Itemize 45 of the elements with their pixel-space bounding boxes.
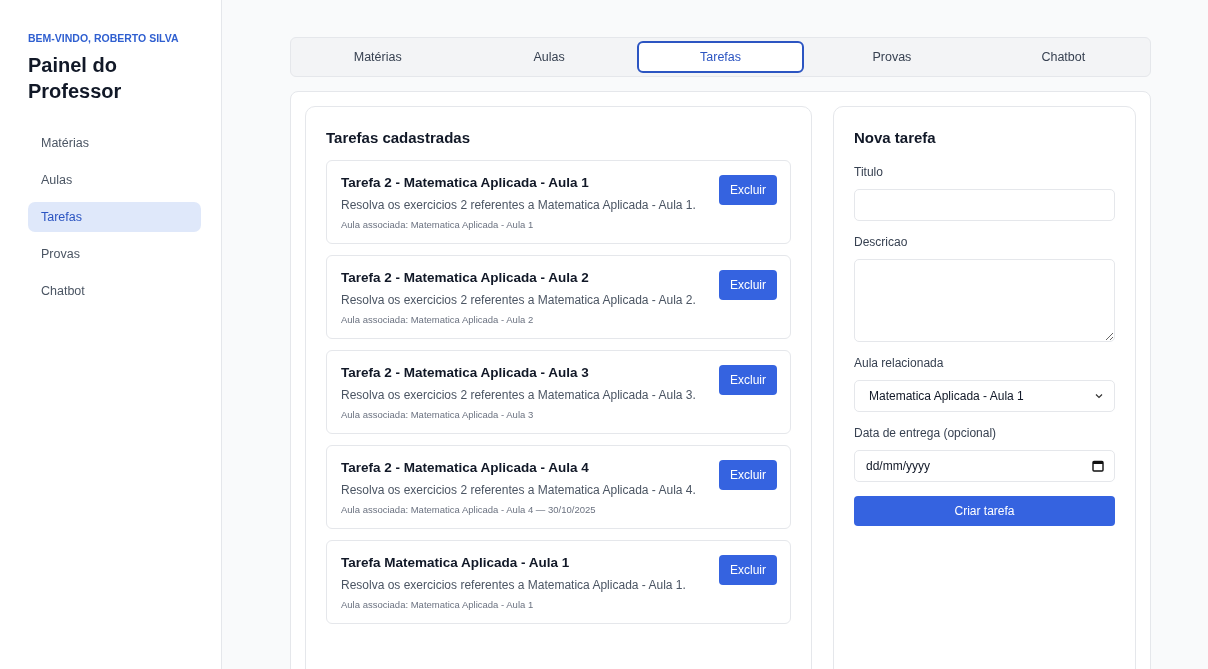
task-title: Tarefa 2 - Matematica Aplicada - Aula 2 [341, 270, 590, 285]
sidebar-item[interactable]: Aulas [28, 165, 201, 195]
delete-button[interactable]: Excluir [719, 270, 777, 300]
task-meta: Aula associada: Matematica Aplicada - Aula 3 [341, 409, 535, 420]
task-title: Tarefa 2 - Matematica Aplicada - Aula 3 [341, 365, 590, 380]
delete-button[interactable]: Excluir [719, 555, 777, 585]
delete-button[interactable]: Excluir [719, 365, 777, 395]
section-title: Nova tarefa [854, 129, 937, 146]
chevron-down-icon [1094, 391, 1104, 401]
lesson-dropdown[interactable]: Matematica Aplicada - Aula 1 [854, 380, 1115, 412]
date-field[interactable]: dd/mm/yyyy [854, 450, 1115, 482]
field-label: Descricao [854, 235, 909, 249]
tab[interactable]: Tarefas [636, 41, 805, 73]
task-title: Tarefa Matematica Aplicada - Aula 1 [341, 555, 571, 570]
tab[interactable]: Aulas [465, 41, 633, 73]
field-label: Aula relacionada [854, 356, 945, 370]
title-field[interactable] [854, 189, 1115, 221]
create-task-button[interactable]: Criar tarefa [854, 496, 1115, 526]
sidebar-item[interactable]: Chatbot [28, 276, 201, 306]
task-title: Tarefa 2 - Matematica Aplicada - Aula 4 [341, 460, 590, 475]
task-description: Resolva os exercicios 2 referentes a Matematica Aplicada - Aula 4. [341, 483, 696, 497]
task-meta: Aula associada: Matematica Aplicada - Aula 1 [341, 219, 535, 230]
field-label: Titulo [854, 165, 884, 179]
section-title: Tarefas cadastradas [326, 129, 471, 146]
task-meta: Aula associada: Matematica Aplicada - Aula 1 [341, 599, 535, 610]
field-label: Data de entrega (opcional) [854, 426, 998, 440]
sidebar-item[interactable]: Tarefas [28, 202, 201, 232]
task-title: Tarefa 2 - Matematica Aplicada - Aula 1 [341, 175, 590, 190]
delete-button[interactable]: Excluir [719, 460, 777, 490]
task-description: Resolva os exercicios 2 referentes a Matematica Aplicada - Aula 2. [341, 293, 696, 307]
tab[interactable]: Matérias [294, 41, 462, 73]
description-field[interactable] [854, 259, 1115, 342]
task-description: Resolva os exercicios 2 referentes a Matematica Aplicada - Aula 3. [341, 388, 696, 402]
sidebar-item[interactable]: Provas [28, 239, 201, 269]
calendar-icon [1092, 460, 1104, 472]
tab[interactable]: Provas [808, 41, 976, 73]
greeting-text: BEM-VINDO, ROBERTO SILVA [28, 32, 180, 44]
task-description: Resolva os exercicios referentes a Matematica Aplicada - Aula 1. [341, 578, 686, 592]
task-meta: Aula associada: Matematica Aplicada - Aula 2 [341, 314, 535, 325]
sidebar-item[interactable]: Matérias [28, 128, 201, 158]
panel-title: Painel do Professor [28, 53, 123, 104]
delete-button[interactable]: Excluir [719, 175, 777, 205]
task-description: Resolva os exercicios 2 referentes a Matematica Aplicada - Aula 1. [341, 198, 696, 212]
task-meta: Aula associada: Matematica Aplicada - Aula 4 — 30/10/2025 [341, 504, 597, 515]
tab[interactable]: Chatbot [979, 41, 1148, 73]
